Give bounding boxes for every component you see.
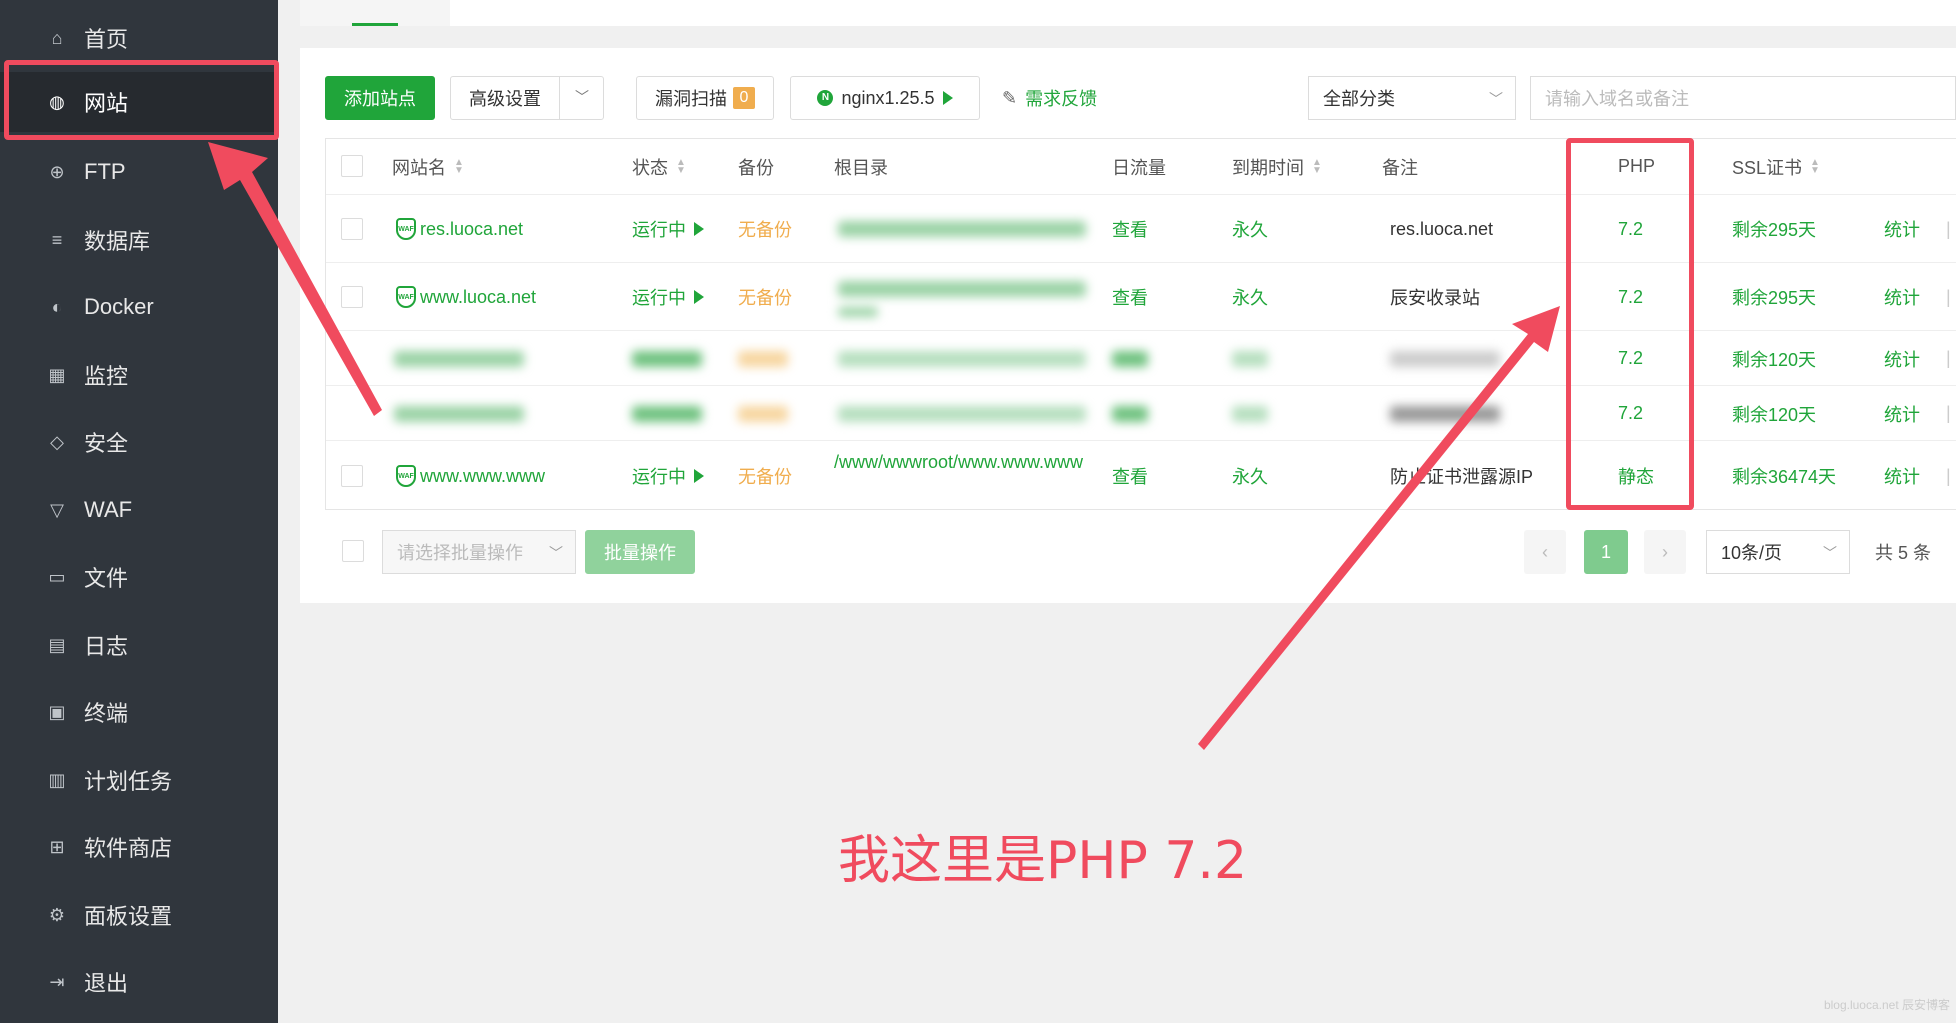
annotation-text: 我这里是PHP 7.2 xyxy=(838,831,1248,891)
arrow-to-website xyxy=(208,142,382,416)
watermark: blog.luoca.net 辰安博客 xyxy=(1823,998,1950,1012)
arrow-to-php xyxy=(1198,306,1560,750)
